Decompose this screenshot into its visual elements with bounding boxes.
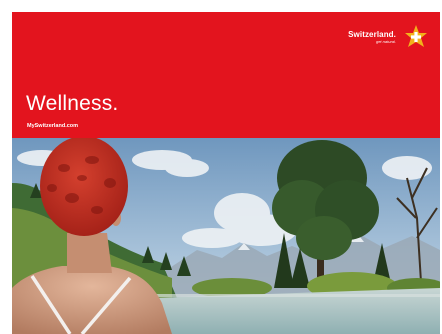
red-header-band: Switzerland. get natural. Wellness. MySw… (12, 12, 440, 138)
brand-lockup[interactable]: Switzerland. get natural. (348, 22, 430, 52)
wellness-photo (12, 138, 440, 334)
swiss-edelweiss-logo-icon (402, 23, 430, 51)
brand-name: Switzerland. (348, 30, 396, 39)
wellness-poster: Switzerland. get natural. Wellness. MySw… (12, 12, 440, 334)
headline: Wellness. (26, 92, 119, 115)
brand-tagline: get natural. (375, 39, 396, 44)
website-url[interactable]: MySwitzerland.com (27, 123, 78, 129)
